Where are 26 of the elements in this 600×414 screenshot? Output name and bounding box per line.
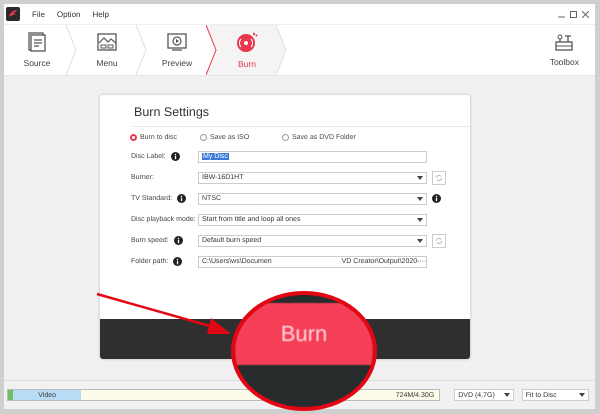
caret-icon [417, 176, 423, 180]
refresh-icon [435, 236, 443, 244]
app-logo-icon [6, 7, 20, 21]
info-icon[interactable] [432, 194, 441, 203]
caret-icon [504, 393, 510, 397]
info-icon[interactable] [170, 152, 180, 161]
caret-icon [579, 393, 585, 397]
info-icon[interactable] [177, 194, 186, 203]
menu-item[interactable]: Help [92, 10, 109, 18]
info-icon[interactable] [173, 257, 182, 266]
disc-icon [236, 31, 258, 53]
close-icon[interactable] [582, 10, 589, 18]
refresh-icon [435, 174, 443, 182]
maximize-icon[interactable] [570, 10, 577, 18]
menu-item[interactable]: File [32, 10, 45, 18]
caret-icon [417, 238, 423, 242]
caret-icon [417, 196, 423, 200]
info-icon[interactable] [174, 236, 183, 245]
document-icon [28, 32, 46, 52]
toolbox-button[interactable]: Toolbox [544, 25, 585, 75]
caret-icon [417, 218, 423, 222]
image-icon [97, 32, 117, 52]
toolbox-icon [555, 33, 574, 51]
play-screen-icon [167, 32, 187, 52]
dialog-title: Burn Settings [132, 95, 470, 127]
menu-item[interactable]: Option [56, 10, 80, 18]
